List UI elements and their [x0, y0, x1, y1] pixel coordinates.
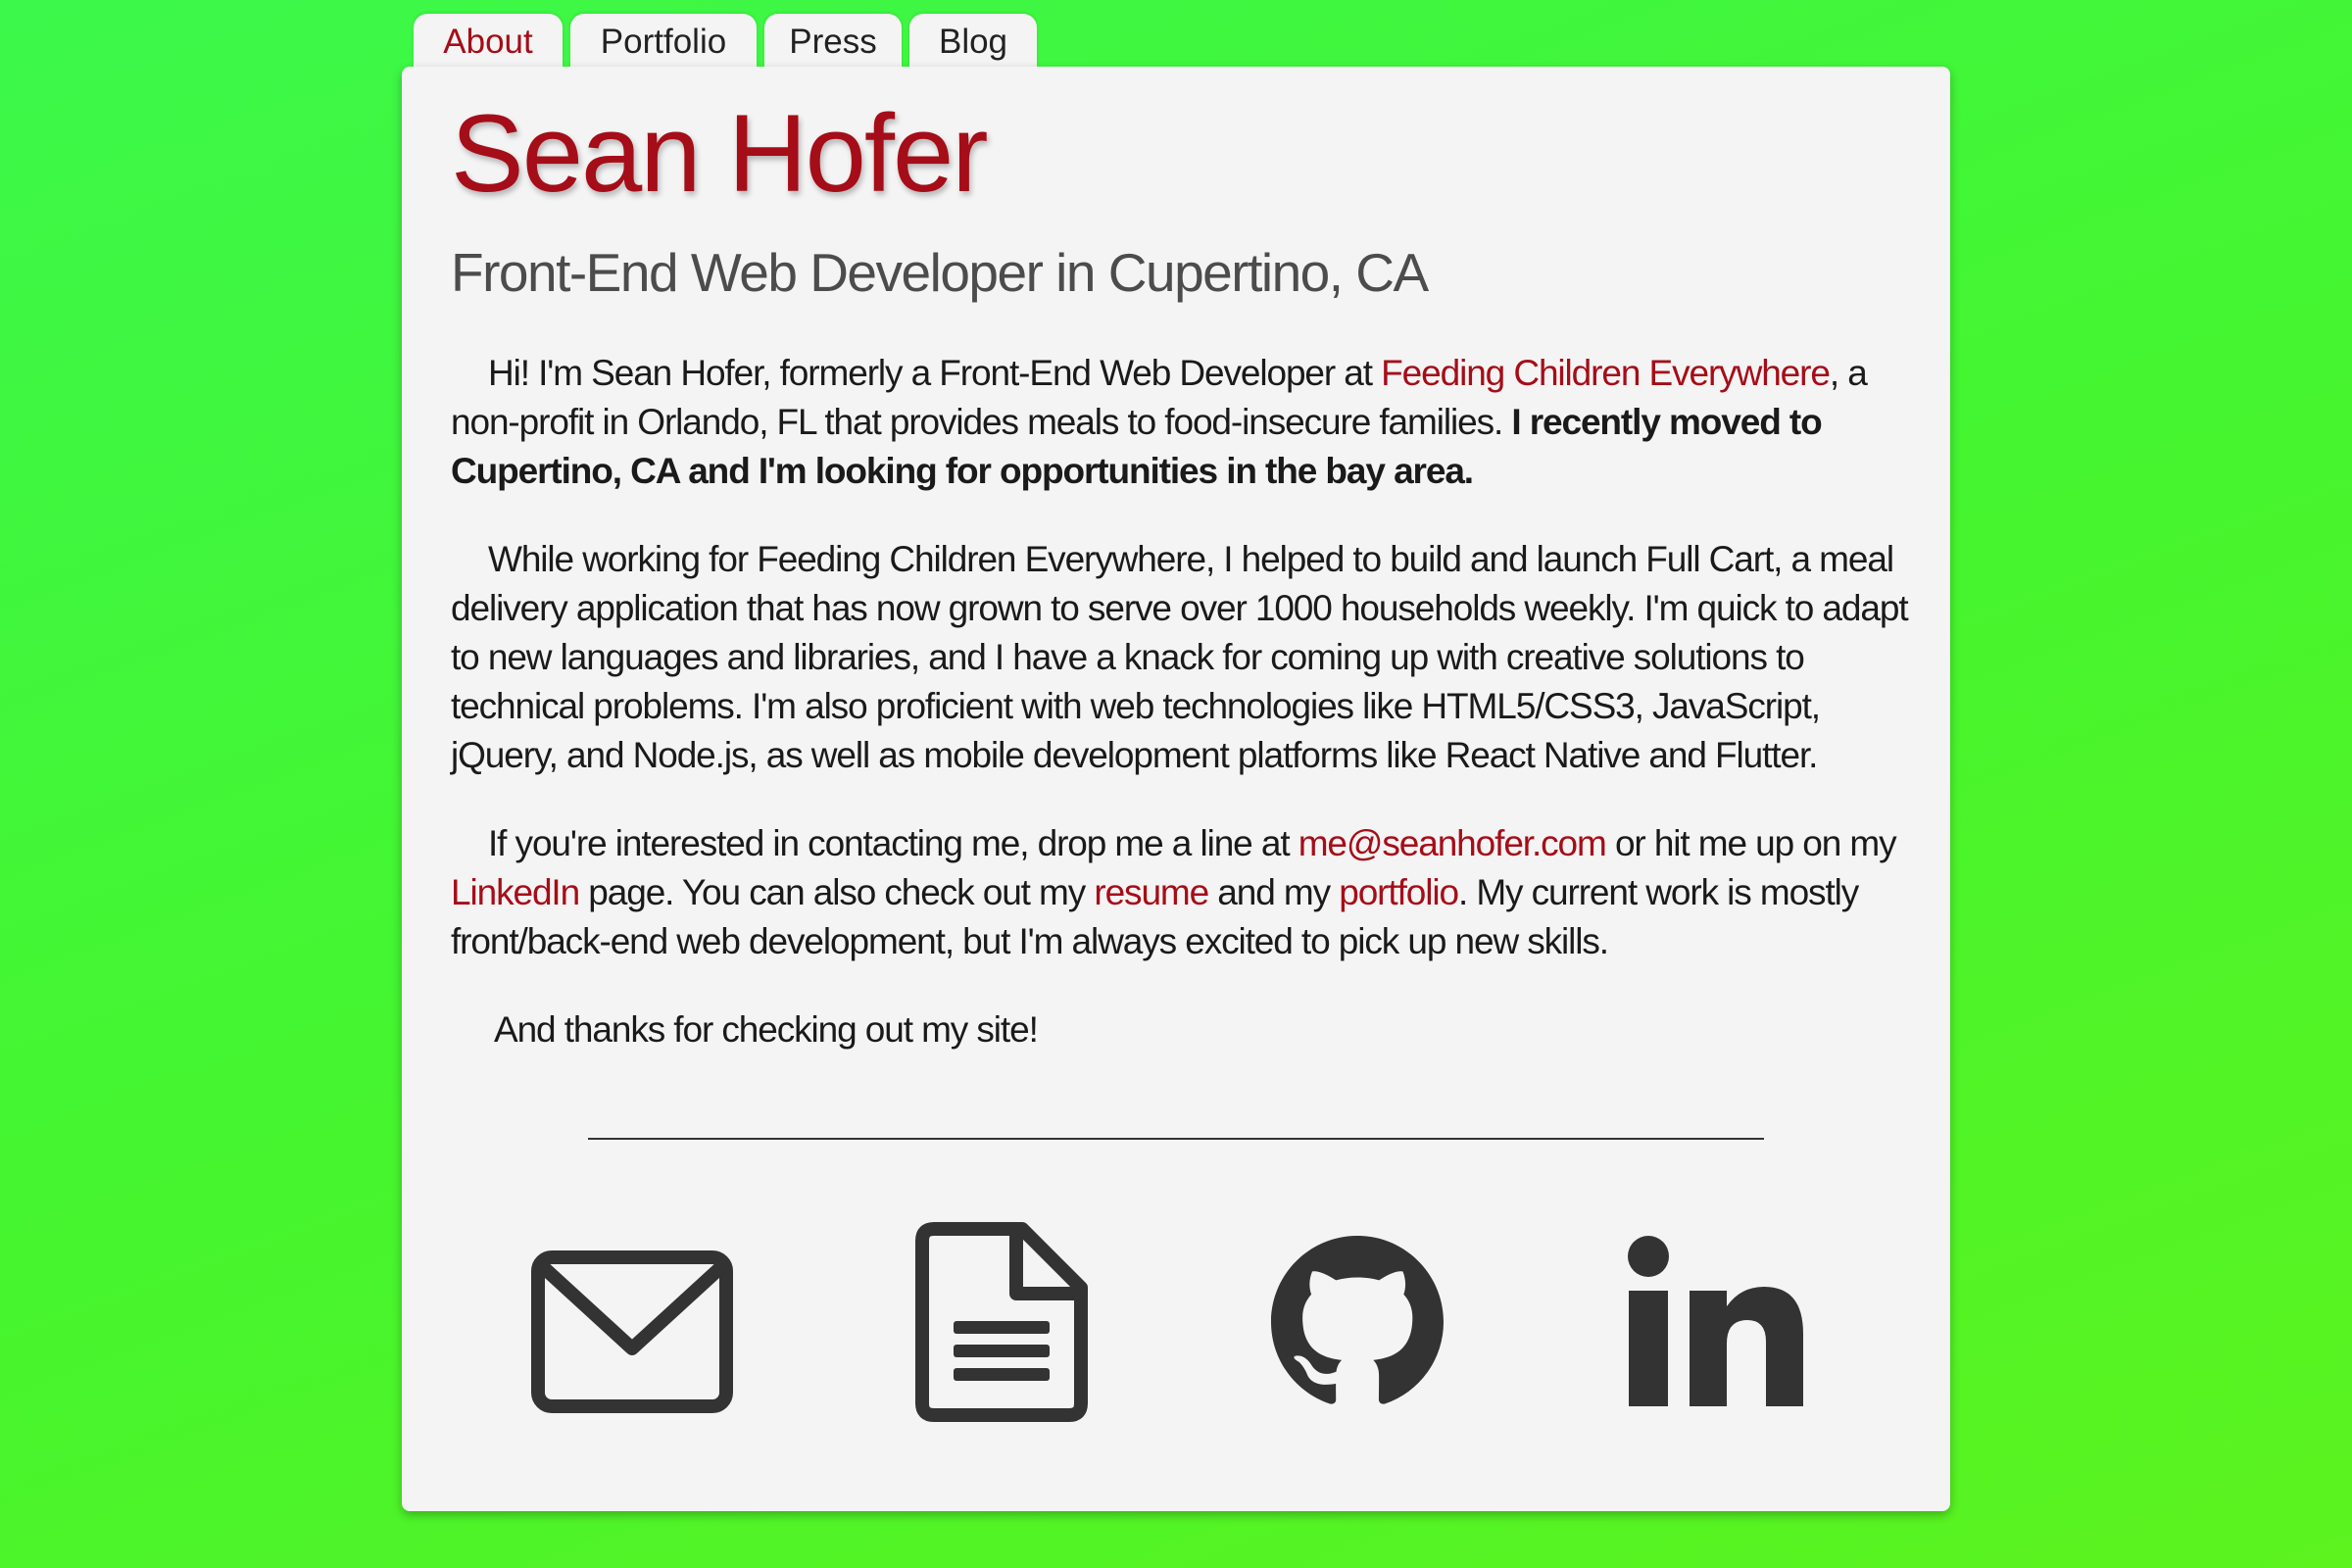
intro-paragraph-1: Hi! I'm Sean Hofer, formerly a Front-End… — [451, 349, 1911, 496]
portfolio-link[interactable]: portfolio — [1339, 872, 1459, 912]
intro-text-segment: If you're interested in contacting me, d… — [488, 823, 1298, 863]
intro-text: Hi! I'm Sean Hofer, formerly a Front-End… — [451, 349, 1911, 1094]
github-icon[interactable] — [1271, 1236, 1444, 1408]
divider — [588, 1138, 1764, 1140]
page-subtitle: Front-End Web Developer in Cupertino, CA — [451, 242, 1429, 303]
tab-bar: About Portfolio Press Blog — [414, 14, 1037, 67]
linkedin-link[interactable]: LinkedIn — [451, 872, 580, 912]
intro-paragraph-3: If you're interested in contacting me, d… — [451, 819, 1911, 966]
intro-paragraph-2: While working for Feeding Children Every… — [451, 539, 1909, 775]
tab-about[interactable]: About — [414, 14, 563, 67]
tab-press[interactable]: Press — [764, 14, 902, 67]
intro-text-segment: page. You can also check out my — [579, 872, 1095, 912]
about-card: Sean Hofer Front-End Web Developer in Cu… — [402, 67, 1950, 1511]
feeding-children-everywhere-link[interactable]: Feeding Children Everywhere — [1381, 353, 1831, 393]
resume-link[interactable]: resume — [1094, 872, 1209, 912]
intro-paragraph-4: And thanks for checking out my site! — [494, 1009, 1039, 1050]
email-link[interactable]: me@seanhofer.com — [1298, 823, 1607, 863]
tab-blog[interactable]: Blog — [909, 14, 1037, 67]
page-title: Sean Hofer — [451, 92, 989, 215]
envelope-icon[interactable] — [531, 1250, 733, 1413]
tab-portfolio[interactable]: Portfolio — [570, 14, 757, 67]
intro-text-segment: or hit me up on my — [1605, 823, 1897, 863]
intro-text-segment: and my — [1208, 872, 1340, 912]
document-icon[interactable] — [914, 1221, 1089, 1423]
linkedin-icon[interactable] — [1627, 1236, 1805, 1408]
intro-text-segment: Hi! I'm Sean Hofer, formerly a Front-End… — [488, 353, 1382, 393]
